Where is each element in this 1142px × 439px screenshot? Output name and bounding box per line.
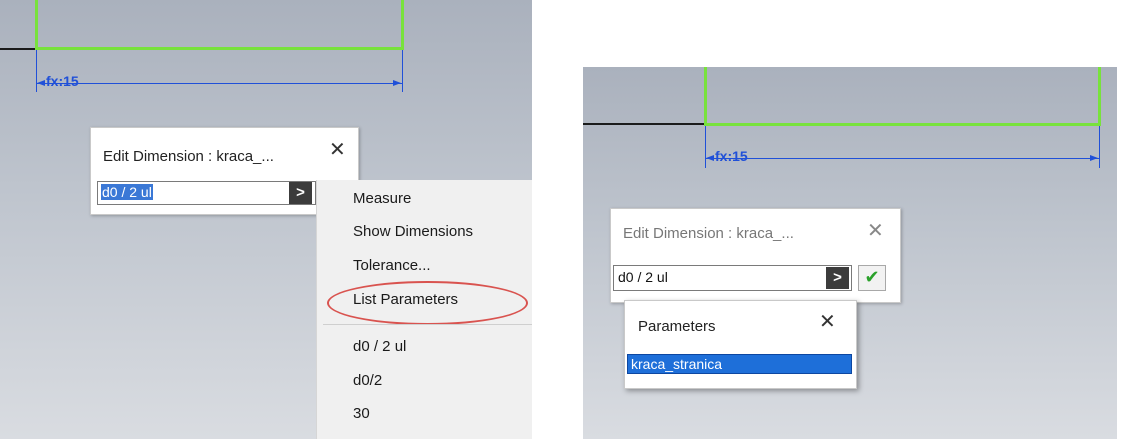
dimension-extension-right: [1099, 126, 1100, 168]
sketch-rect-right-edge: [401, 0, 404, 50]
menu-item-tolerance[interactable]: Tolerance...: [353, 257, 431, 274]
menu-item-measure[interactable]: Measure: [353, 190, 411, 207]
menu-item-recent-value[interactable]: d0 / 2 ul: [353, 338, 406, 355]
right-viewport: fx:15 Edit Dimension : kraca_... ✕ d0 / …: [583, 67, 1117, 439]
chevron-right-icon[interactable]: >: [826, 267, 849, 289]
selected-value-text: d0 / 2 ul: [101, 184, 153, 200]
value-context-menu: Measure Show Dimensions Tolerance... Lis…: [316, 180, 532, 439]
dimension-value-input[interactable]: d0 / 2 ul: [97, 181, 316, 205]
sketch-line: [0, 48, 38, 50]
dimension-line: [36, 83, 402, 84]
dimension-label[interactable]: fx:15: [46, 73, 79, 89]
highlight-ellipse: [327, 281, 528, 325]
dimension-extension-right: [402, 50, 403, 92]
edit-dimension-dialog: Edit Dimension : kraca_... ✕ d0 / 2 ul >…: [610, 208, 901, 303]
chevron-right-icon[interactable]: >: [289, 182, 312, 204]
dimension-extension-left: [705, 126, 706, 168]
dimension-arrow-left: [706, 155, 714, 161]
dimension-line: [705, 158, 1099, 159]
sketch-rect-left-edge: [704, 67, 707, 126]
dimension-value-input[interactable]: d0 / 2 ul: [613, 265, 852, 291]
dimension-arrow-left: [37, 80, 45, 86]
dimension-arrow-right: [393, 80, 401, 86]
menu-item-recent-value[interactable]: 30: [353, 405, 370, 422]
sketch-rect-left-edge: [35, 0, 38, 50]
close-icon[interactable]: ✕: [867, 221, 884, 241]
input-value-text: d0 / 2 ul: [618, 269, 668, 285]
close-icon[interactable]: ✕: [329, 140, 346, 160]
dialog-title: Edit Dimension : kraca_...: [103, 148, 274, 165]
checkmark-icon[interactable]: ✔: [858, 265, 886, 291]
sketch-rect-right-edge: [1098, 67, 1101, 126]
dimension-label[interactable]: fx:15: [715, 148, 748, 164]
menu-separator: [323, 324, 532, 325]
left-viewport: fx:15 Edit Dimension : kraca_... ✕ d0 / …: [0, 0, 532, 439]
parameter-list-item[interactable]: kraca_stranica: [627, 354, 852, 374]
dialog-title: Edit Dimension : kraca_...: [623, 225, 794, 242]
sketch-rect-bottom-edge: [704, 123, 1101, 126]
menu-item-show-dimensions[interactable]: Show Dimensions: [353, 223, 473, 240]
menu-item-recent-value[interactable]: d0/2: [353, 372, 382, 389]
close-icon[interactable]: ✕: [819, 312, 836, 332]
dimension-arrow-right: [1090, 155, 1098, 161]
parameters-popup: Parameters ✕ kraca_stranica: [624, 300, 857, 389]
sketch-rect-bottom-edge: [35, 47, 404, 50]
sketch-line: [583, 123, 707, 125]
parameters-title: Parameters: [638, 318, 716, 335]
